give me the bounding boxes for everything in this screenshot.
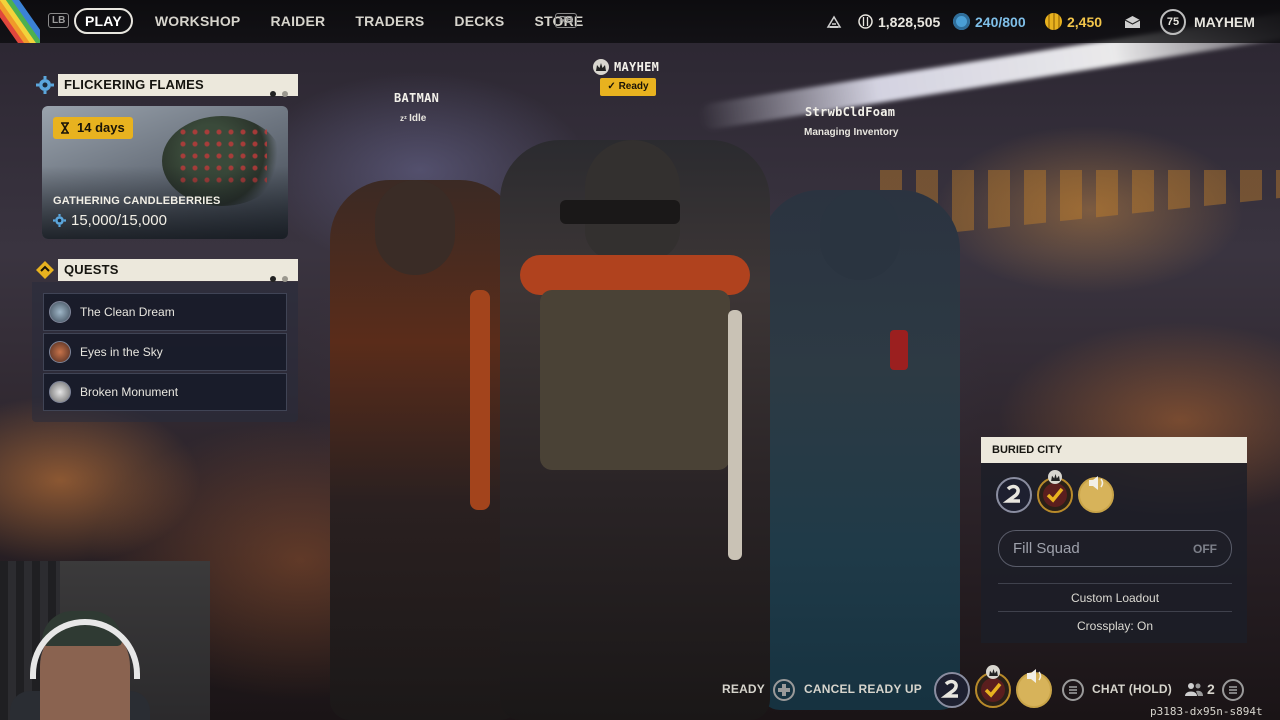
custom-loadout-button[interactable]: Custom Loadout: [998, 583, 1232, 611]
quest-avatar-icon: [49, 301, 71, 323]
quest-avatar-icon: [49, 341, 71, 363]
tab-workshop[interactable]: WORKSHOP: [155, 13, 241, 29]
options-button-icon[interactable]: [1222, 679, 1244, 701]
player-status-strwbcldfoam: Managing Inventory: [804, 127, 899, 138]
lb-bumper-icon: LB: [48, 13, 70, 28]
player-level-badge: 75: [1160, 8, 1186, 35]
tab-decks[interactable]: DECKS: [454, 13, 504, 29]
character-head: [375, 180, 455, 275]
event-title: GATHERING CANDLEBERRIES: [53, 195, 221, 207]
menu-button-icon: [1062, 679, 1084, 701]
quest-item[interactable]: The Clean Dream: [43, 293, 287, 331]
coins-value: 2,450: [1067, 13, 1103, 30]
player-tag-strwbcldfoam: StrwbCldFoam: [805, 105, 896, 119]
credits-icon: [858, 14, 873, 29]
squad-member-avatar[interactable]: [996, 477, 1032, 513]
character-shoulder-pads: [520, 255, 750, 295]
settings-tools-icon[interactable]: [826, 0, 842, 43]
sleep-icon: zᶻ: [400, 114, 410, 123]
ready-button[interactable]: READY: [722, 682, 765, 696]
character-mayhem: [500, 140, 770, 720]
character-sleeve-stripe: [728, 310, 742, 560]
tab-play[interactable]: PLAY: [74, 8, 133, 34]
streamer-webcam: [0, 561, 210, 720]
fill-squad-toggle[interactable]: Fill Squad OFF: [998, 530, 1232, 567]
quest-item[interactable]: Broken Monument: [43, 373, 287, 411]
session-id: p3183-dx95n-s894t: [1150, 705, 1263, 718]
crown-icon: [593, 59, 609, 75]
speaker-icon: [1088, 475, 1106, 496]
hourglass-icon: [61, 122, 69, 134]
event-card[interactable]: 14 days GATHERING CANDLEBERRIES 15,000/1…: [42, 106, 288, 239]
crown-icon: [986, 665, 1000, 679]
tab-traders[interactable]: TRADERS: [355, 13, 424, 29]
coins-display: 2,450: [1045, 0, 1102, 43]
crossplay-setting[interactable]: Crossplay: On: [998, 611, 1232, 639]
player-profile[interactable]: 75 MAYHEM: [1160, 0, 1255, 43]
tokens-display: 240/800: [953, 0, 1026, 43]
page-indicator: [264, 82, 288, 104]
coin-icon: [1045, 13, 1062, 30]
quests-panel-header[interactable]: QUESTS: [58, 259, 298, 282]
event-progress: 15,000/15,000: [53, 212, 167, 229]
tokens-value: 240/800: [975, 13, 1026, 30]
player-tag-mayhem: MAYHEM: [614, 60, 660, 74]
character-visor: [560, 200, 680, 224]
event-panel-header[interactable]: FLICKERING FLAMES: [58, 74, 298, 97]
tab-raider[interactable]: RAIDER: [270, 13, 325, 29]
main-nav: PLAY WORKSHOP RAIDER TRADERS DECKS STORE: [74, 8, 613, 34]
event-header-title: FLICKERING FLAMES: [64, 77, 204, 92]
party-users-icon: [1184, 682, 1204, 701]
top-navigation-bar: LB PLAY WORKSHOP RAIDER TRADERS DECKS ST…: [0, 0, 1280, 43]
fill-squad-value: OFF: [1193, 541, 1217, 556]
character-jacket-stripe: [470, 290, 490, 510]
quests-header-title: QUESTS: [64, 262, 119, 277]
token-icon: [953, 13, 970, 30]
status-text: Idle: [409, 113, 427, 124]
dpad-icon: [773, 679, 795, 701]
chat-hold-button[interactable]: CHAT (HOLD): [1092, 682, 1172, 696]
speaker-icon: [1026, 668, 1044, 689]
player-tag-batman: BATMAN: [394, 91, 440, 105]
gear-icon: [53, 214, 66, 227]
gear-icon: [34, 74, 56, 96]
map-name-header[interactable]: BURIED CITY: [981, 437, 1247, 463]
rainbow-corner-icon: [0, 0, 40, 43]
event-timer-badge: 14 days: [53, 117, 133, 139]
crown-icon: [1048, 470, 1062, 484]
quest-title: The Clean Dream: [80, 305, 175, 319]
character-vest: [540, 290, 730, 470]
character-batman: [330, 180, 520, 720]
party-count: 2: [1207, 681, 1215, 697]
quest-title: Eyes in the Sky: [80, 345, 163, 359]
credits-value: 1,828,505: [878, 13, 941, 30]
quest-diamond-icon: [34, 259, 56, 281]
quest-avatar-icon: [49, 381, 71, 403]
party-member-avatar[interactable]: [934, 672, 970, 708]
character-accent: [890, 330, 908, 370]
ready-status-badge: ✓ Ready: [600, 78, 656, 96]
quest-item[interactable]: Eyes in the Sky: [43, 333, 287, 371]
checkmark-icon: ✓: [607, 81, 619, 92]
credits-display: 1,828,505: [858, 0, 940, 43]
character-head: [820, 190, 900, 280]
event-progress-value: 15,000/15,000: [71, 212, 167, 229]
event-timer-text: 14 days: [77, 120, 125, 135]
ready-status-text: Ready: [618, 81, 649, 92]
rb-bumper-icon: RB: [555, 13, 578, 28]
fill-squad-label: Fill Squad: [1013, 540, 1080, 557]
inbox-icon[interactable]: [1124, 0, 1141, 43]
cancel-ready-up-button[interactable]: CANCEL READY UP: [804, 682, 922, 696]
character-strwbcldfoam: [760, 190, 960, 710]
quest-title: Broken Monument: [80, 385, 179, 399]
player-name: MAYHEM: [1194, 13, 1255, 30]
player-status-batman: zᶻ Idle: [400, 113, 426, 124]
